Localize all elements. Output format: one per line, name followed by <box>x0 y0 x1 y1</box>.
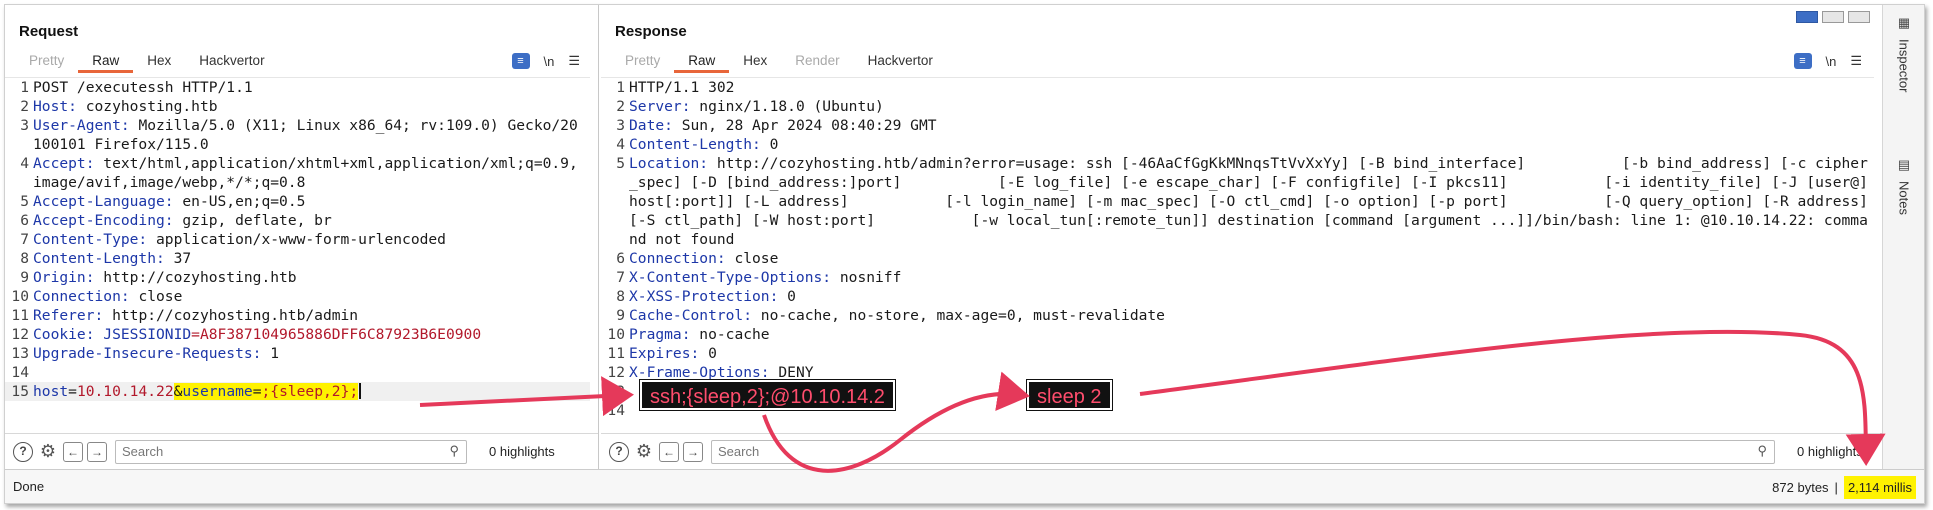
inspector-tab[interactable]: ▦ Inspector <box>1883 15 1924 93</box>
request-search: ⚲ <box>115 439 467 464</box>
response-search: ⚲ <box>711 439 1775 464</box>
response-line: 6 Connection: close <box>616 250 779 267</box>
forward-arrow-icon[interactable]: → <box>87 441 107 462</box>
annotation-ssh-command: ssh;{sleep,2};@10.10.14.2 <box>639 379 896 411</box>
request-tab-hex[interactable]: Hex <box>133 51 185 73</box>
request-line: 3 User-Agent: Mozilla/5.0 (X11; Linux x86… <box>20 117 578 153</box>
request-tabs: Pretty Raw Hex Hackvertor <box>15 51 279 73</box>
layout-stacked-button[interactable] <box>1822 11 1844 23</box>
menu-icon[interactable]: ☰ <box>568 53 580 69</box>
response-stats: 872 bytes | 2,114 millis <box>1772 470 1916 503</box>
response-line: 3 Date: Sun, 28 Apr 2024 08:40:29 GMT <box>616 117 937 134</box>
stats-separator: | <box>1834 479 1838 495</box>
request-pane: Request Pretty Raw Hex Hackvertor ≡ \n ☰… <box>5 5 599 469</box>
response-title: Response <box>615 23 687 40</box>
back-arrow-icon[interactable]: ← <box>63 441 83 462</box>
inspector-icon: ▦ <box>1897 15 1911 30</box>
request-line: 14 <box>11 364 29 381</box>
help-icon[interactable]: ? <box>13 441 33 462</box>
response-editor[interactable]: 1 HTTP/1.1 302 2 Server: nginx/1.18.0 (Ubu… <box>601 77 1874 431</box>
request-line: 12 Cookie: JSESSIONID=A8F387104965886DFF6… <box>11 326 482 343</box>
response-line: 5 Location: http://cozyhosting.htb/admin?… <box>616 155 1868 248</box>
request-tab-pretty[interactable]: Pretty <box>15 51 78 73</box>
burp-window: Request Pretty Raw Hex Hackvertor ≡ \n ☰… <box>4 4 1925 504</box>
request-line: 2 Host: cozyhosting.htb <box>20 98 218 115</box>
response-line: 10 Pragma: no-cache <box>607 326 770 343</box>
request-line: 6 Accept-Encoding: gzip, deflate, br <box>20 212 332 229</box>
request-tab-hackvertor[interactable]: Hackvertor <box>185 51 278 73</box>
request-tab-raw[interactable]: Raw <box>78 51 134 73</box>
word-wrap-icon[interactable]: ≡ <box>1793 53 1812 69</box>
request-body-line: 15 host=10.10.14.22&username=;{sleep,2}; <box>5 382 590 401</box>
response-search-bar: ? ⚙ ← → ⚲ 0 highlights <box>601 433 1882 469</box>
menu-icon[interactable]: ☰ <box>1850 53 1862 69</box>
request-line: 11 Referer: http://cozyhosting.htb/admin <box>11 307 359 324</box>
response-bytes: 872 bytes <box>1772 479 1829 495</box>
response-tab-pretty[interactable]: Pretty <box>611 51 674 73</box>
back-arrow-icon[interactable]: ← <box>659 441 679 462</box>
notes-label: Notes <box>1896 181 1912 215</box>
request-tools: ≡ \n ☰ <box>511 53 580 69</box>
inspector-label: Inspector <box>1896 39 1912 93</box>
inspector-sidebar: ▦ Inspector ▤ Notes <box>1882 5 1924 469</box>
request-editor[interactable]: 1 POST /executessh HTTP/1.1 2 Host: cozyho… <box>5 77 590 431</box>
newline-toggle[interactable]: \n <box>1826 54 1837 69</box>
response-tab-render[interactable]: Render <box>781 51 853 73</box>
response-highlights-count: 0 highlights <box>1797 444 1863 459</box>
notes-tab[interactable]: ▤ Notes <box>1883 157 1924 215</box>
gear-icon[interactable]: ⚙ <box>633 441 655 462</box>
request-line: 1 POST /executessh HTTP/1.1 <box>20 79 253 96</box>
newline-toggle[interactable]: \n <box>544 54 555 69</box>
search-icon: ⚲ <box>1757 442 1767 458</box>
request-line: 4 Accept: text/html,application/xhtml+xml… <box>20 155 578 191</box>
word-wrap-icon[interactable]: ≡ <box>511 53 530 69</box>
forward-arrow-icon[interactable]: → <box>683 441 703 462</box>
status-text: Done <box>13 479 45 494</box>
request-search-bar: ? ⚙ ← → ⚲ 0 highlights <box>5 433 598 469</box>
request-highlights-count: 0 highlights <box>489 444 555 459</box>
response-line: 8 X-XSS-Protection: 0 <box>616 288 796 305</box>
request-line: 10 Connection: close <box>11 288 183 305</box>
text-caret <box>359 383 362 399</box>
response-time: 2,114 millis <box>1843 475 1916 499</box>
request-line: 5 Accept-Language: en-US,en;q=0.5 <box>20 193 306 210</box>
response-tabs: Pretty Raw Hex Render Hackvertor <box>611 51 947 73</box>
search-icon: ⚲ <box>449 442 459 458</box>
status-bar: Done 872 bytes | 2,114 millis <box>5 469 1924 503</box>
layout-tabs-button[interactable] <box>1848 11 1870 23</box>
response-line: 4 Content-Length: 0 <box>616 136 779 153</box>
request-line: 9 Origin: http://cozyhosting.htb <box>20 269 297 286</box>
request-line: 8 Content-Length: 37 <box>20 250 192 267</box>
response-search-input[interactable] <box>711 439 1775 464</box>
annotation-sleep: sleep 2 <box>1026 379 1113 411</box>
response-tools: ≡ \n ☰ <box>1793 53 1862 69</box>
response-line: 7 X-Content-Type-Options: nosniff <box>616 269 902 286</box>
response-tab-hex[interactable]: Hex <box>729 51 781 73</box>
gear-icon[interactable]: ⚙ <box>37 441 59 462</box>
layout-side-by-side-button[interactable] <box>1796 11 1818 23</box>
response-line: 11 Expires: 0 <box>607 345 717 362</box>
notes-icon: ▤ <box>1897 157 1911 172</box>
response-tab-hackvertor[interactable]: Hackvertor <box>854 51 947 73</box>
response-line: 2 Server: nginx/1.18.0 (Ubuntu) <box>616 98 884 115</box>
request-line: 13 Upgrade-Insecure-Requests: 1 <box>11 345 280 362</box>
response-tab-raw[interactable]: Raw <box>674 51 730 73</box>
help-icon[interactable]: ? <box>609 441 629 462</box>
layout-toggle <box>1796 11 1870 23</box>
response-line: 1 HTTP/1.1 302 <box>616 79 735 96</box>
request-search-input[interactable] <box>115 439 467 464</box>
request-line: 7 Content-Type: application/x-www-form-ur… <box>20 231 446 248</box>
request-title: Request <box>19 23 79 40</box>
response-line: 9 Cache-Control: no-cache, no-store, max-… <box>616 307 1165 324</box>
